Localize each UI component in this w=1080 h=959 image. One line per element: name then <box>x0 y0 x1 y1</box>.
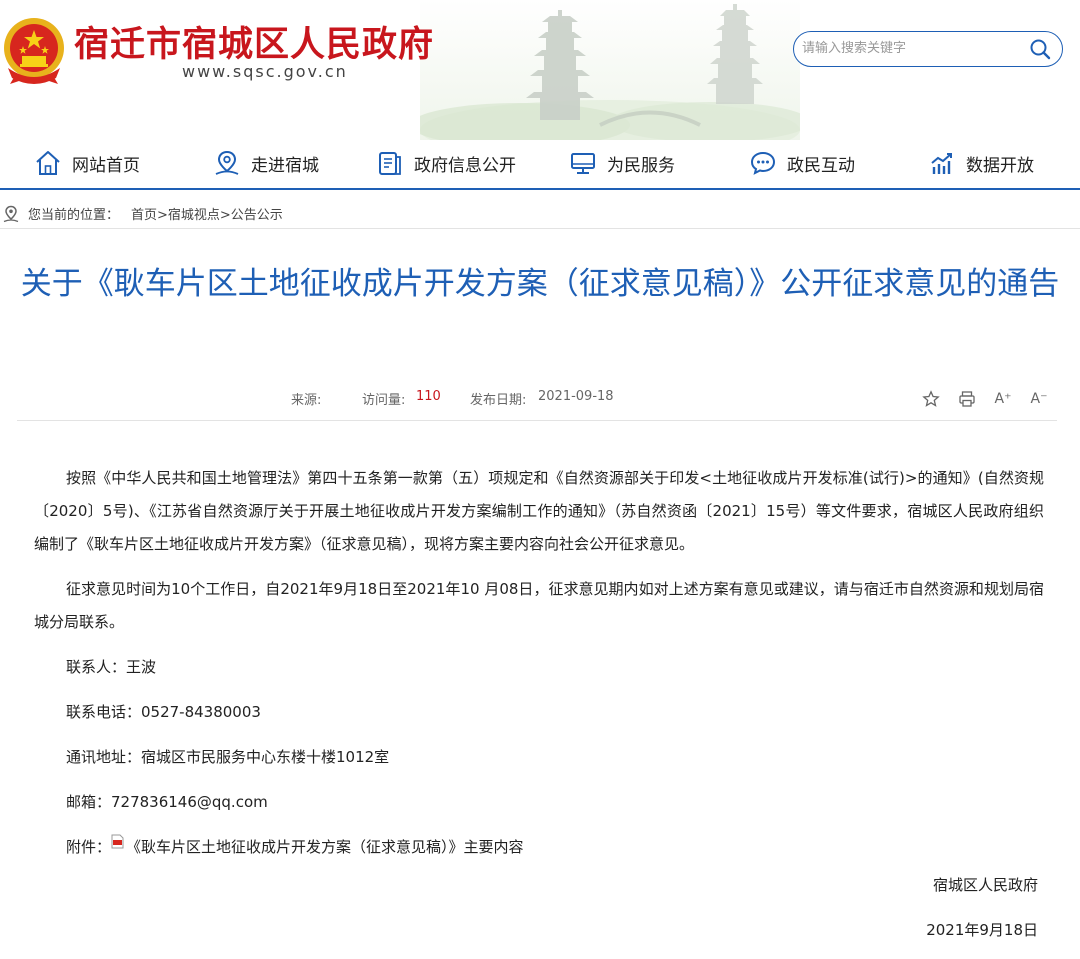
article-content: 按照《中华人民共和国土地管理法》第四十五条第一款第（五）项规定和《自然资源部关于… <box>34 462 1044 876</box>
main-nav: 网站首页 走进宿城 政府信息公开 为民服务 政民互动 数据开放 <box>0 140 1080 190</box>
contact-address: 通讯地址：宿城区市民服务中心东楼十楼1012室 <box>66 748 390 766</box>
pagoda-banner-image <box>420 0 800 140</box>
breadcrumb: 您当前的位置： 首页>宿城视点>公告公示 <box>0 199 1080 229</box>
nav-item-label: 走进宿城 <box>251 155 319 176</box>
attachment-row: 附件： 《耿车片区土地征收成片开发方案（征求意见稿）》主要内容 <box>34 831 1044 864</box>
signature-date: 2021年9月18日 <box>926 921 1038 939</box>
article-title: 关于《耿车片区土地征收成片开发方案（征求意见稿）》公开征求意见的通告 <box>20 266 1060 302</box>
print-button[interactable] <box>956 388 978 410</box>
breadcrumb-path[interactable]: 首页>宿城视点>公告公示 <box>131 204 283 223</box>
breadcrumb-label: 您当前的位置： <box>28 208 120 223</box>
nav-item-label: 政民互动 <box>787 155 855 176</box>
views-label: 访问量: <box>362 393 406 408</box>
national-emblem-icon <box>4 18 64 84</box>
font-decrease-button[interactable]: A⁻ <box>1028 388 1050 410</box>
article-paragraph: 按照《中华人民共和国土地管理法》第四十五条第一款第（五）项规定和《自然资源部关于… <box>34 469 1044 553</box>
article-tools: A⁺ A⁻ <box>906 388 1050 410</box>
nav-item-open-data[interactable]: 数据开放 <box>928 148 1034 178</box>
document-icon <box>379 152 401 175</box>
pdf-file-icon <box>111 834 124 849</box>
nav-item-gov-info[interactable]: 政府信息公开 <box>376 148 516 178</box>
chart-icon <box>931 153 952 174</box>
meta-divider <box>17 420 1057 421</box>
home-icon <box>36 151 60 175</box>
font-increase-button[interactable]: A⁺ <box>992 388 1014 410</box>
contact-person: 联系人：王波 <box>66 658 157 676</box>
article-paragraph: 征求意见时间为10个工作日，自2021年9月18日至2021年10 月08日，征… <box>34 580 1044 631</box>
contact-phone: 联系电话：0527-84380003 <box>66 703 261 721</box>
map-pin-icon <box>3 205 19 222</box>
chat-icon <box>750 151 776 175</box>
nav-item-home[interactable]: 网站首页 <box>34 148 140 178</box>
nav-item-interaction[interactable]: 政民互动 <box>749 148 855 178</box>
nav-item-label: 数据开放 <box>966 155 1034 176</box>
search-input[interactable] <box>802 35 1017 61</box>
nav-item-services[interactable]: 为民服务 <box>569 148 675 178</box>
views-count: 110 <box>416 389 441 404</box>
nav-item-about[interactable]: 走进宿城 <box>213 148 319 178</box>
contact-email: 邮箱：727836146@qq.com <box>66 793 268 811</box>
signature-org: 宿城区人民政府 <box>932 876 1038 894</box>
favorite-button[interactable] <box>920 388 942 410</box>
monitor-icon <box>571 153 595 174</box>
search-icon[interactable] <box>1028 37 1052 61</box>
nav-item-label: 为民服务 <box>607 155 675 176</box>
site-url: www.sqsc.gov.cn <box>182 62 348 81</box>
publish-date: 2021-09-18 <box>538 389 614 404</box>
location-icon <box>215 150 239 175</box>
nav-item-label: 政府信息公开 <box>414 155 516 176</box>
source-label: 来源: <box>291 393 322 408</box>
site-title: 宿迁市宿城区人民政府 <box>74 25 435 65</box>
attachment-label: 附件： <box>66 838 112 856</box>
nav-item-label: 网站首页 <box>72 155 140 176</box>
star-icon <box>922 390 940 407</box>
search-box <box>793 31 1063 67</box>
date-label: 发布日期: <box>470 393 527 408</box>
attachment-link[interactable]: 《耿车片区土地征收成片开发方案（征求意见稿）》主要内容 <box>126 838 524 856</box>
site-header: 宿迁市宿城区人民政府 www.sqsc.gov.cn <box>0 0 1080 140</box>
printer-icon <box>959 391 975 407</box>
